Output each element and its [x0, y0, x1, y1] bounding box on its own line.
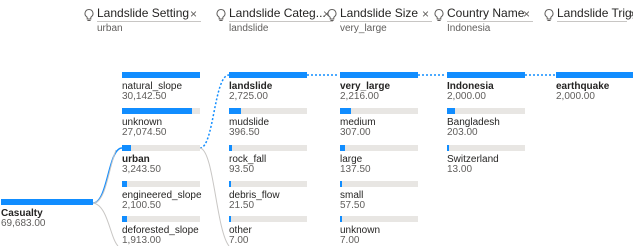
node-category-other[interactable]: other 7.00 [229, 216, 307, 246]
node-size-medium[interactable]: medium 307.00 [340, 108, 418, 138]
node-value: 2,000.00 [556, 91, 595, 102]
bar-track [229, 145, 307, 151]
node-size-very-large[interactable]: very_large 2,216.00 [340, 72, 418, 102]
node-value: 2,100.50 [122, 200, 161, 211]
connector-root-lower [92, 202, 119, 246]
bar-track [340, 145, 418, 151]
node-value: 2,725.00 [229, 91, 268, 102]
connector-root-setting [92, 147, 123, 204]
node-size-large[interactable]: large 137.50 [340, 145, 418, 175]
node-size-unknown[interactable]: unknown 7.00 [340, 216, 418, 246]
node-size-small[interactable]: small 57.50 [340, 181, 418, 211]
bar-fill [556, 72, 633, 78]
bar-fill [1, 199, 93, 205]
node-value: 137.50 [340, 164, 371, 175]
node-value: 57.50 [340, 200, 366, 211]
node-value: 3,243.50 [122, 164, 161, 175]
node-value: 21.50 [229, 200, 255, 211]
node-trigger-earthquake[interactable]: earthquake 2,000.00 [556, 72, 633, 102]
node-value: 203.00 [447, 127, 478, 138]
node-country-bangladesh[interactable]: Bangladesh 203.00 [447, 108, 525, 138]
bar-track [122, 181, 200, 187]
root-node-casualty[interactable]: Casualty 69,683.00 [1, 199, 93, 229]
bar-fill [340, 72, 418, 78]
node-setting-natural-slope[interactable]: natural_slope 30,142.50 [122, 72, 200, 102]
tree-connectors [92, 74, 556, 246]
node-value: 1,913.00 [122, 235, 161, 246]
bar-fill [340, 216, 342, 222]
bar-track [229, 216, 307, 222]
bar-track [447, 108, 525, 114]
bar-track [122, 145, 200, 151]
node-value: 27,074.50 [122, 127, 167, 138]
bar-track [340, 216, 418, 222]
node-setting-urban[interactable]: urban 3,243.50 [122, 145, 200, 175]
bar-fill [229, 72, 307, 78]
bar-fill [229, 145, 232, 151]
bar-fill [122, 216, 127, 222]
connector-setting-category [199, 74, 230, 149]
node-setting-engineered-slope[interactable]: engineered_slope 2,100.50 [122, 181, 202, 211]
node-value: 2,000.00 [447, 91, 486, 102]
bar-fill [229, 216, 231, 222]
node-value: 69,683.00 [1, 218, 46, 229]
node-value: 93.50 [229, 164, 255, 175]
node-category-landslide[interactable]: landslide 2,725.00 [229, 72, 307, 102]
bar-fill [340, 181, 342, 187]
node-value: 7.00 [340, 235, 360, 246]
bar-fill [340, 108, 351, 114]
node-value: 30,142.50 [122, 91, 167, 102]
node-country-switzerland[interactable]: Switzerland 13.00 [447, 145, 525, 175]
bar-fill [122, 72, 200, 78]
node-value: 2,216.00 [340, 91, 379, 102]
bar-track [229, 181, 307, 187]
bar-track [122, 216, 200, 222]
node-value: 307.00 [340, 127, 371, 138]
node-category-mudslide[interactable]: mudslide 396.50 [229, 108, 307, 138]
bar-fill [447, 72, 525, 78]
node-value: 13.00 [447, 164, 473, 175]
bar-fill [447, 145, 449, 151]
node-setting-unknown[interactable]: unknown 27,074.50 [122, 108, 200, 138]
node-country-indonesia[interactable]: Indonesia 2,000.00 [447, 72, 525, 102]
node-value: 7.00 [229, 235, 249, 246]
node-value: 396.50 [229, 127, 260, 138]
bar-fill [340, 145, 345, 151]
bar-track [340, 108, 418, 114]
connector-setting-down [199, 147, 230, 246]
bar-track [340, 181, 418, 187]
bar-fill [229, 108, 241, 114]
bar-fill [229, 181, 231, 187]
bar-fill [447, 108, 455, 114]
node-setting-deforested-slope[interactable]: deforested_slope 1,913.00 [122, 216, 200, 246]
bar-fill [122, 145, 131, 151]
bar-track [447, 145, 525, 151]
bar-fill [122, 108, 192, 114]
bar-fill [122, 181, 127, 187]
node-category-debris-flow[interactable]: debris_flow 21.50 [229, 181, 307, 211]
node-category-rock-fall[interactable]: rock_fall 93.50 [229, 145, 307, 175]
